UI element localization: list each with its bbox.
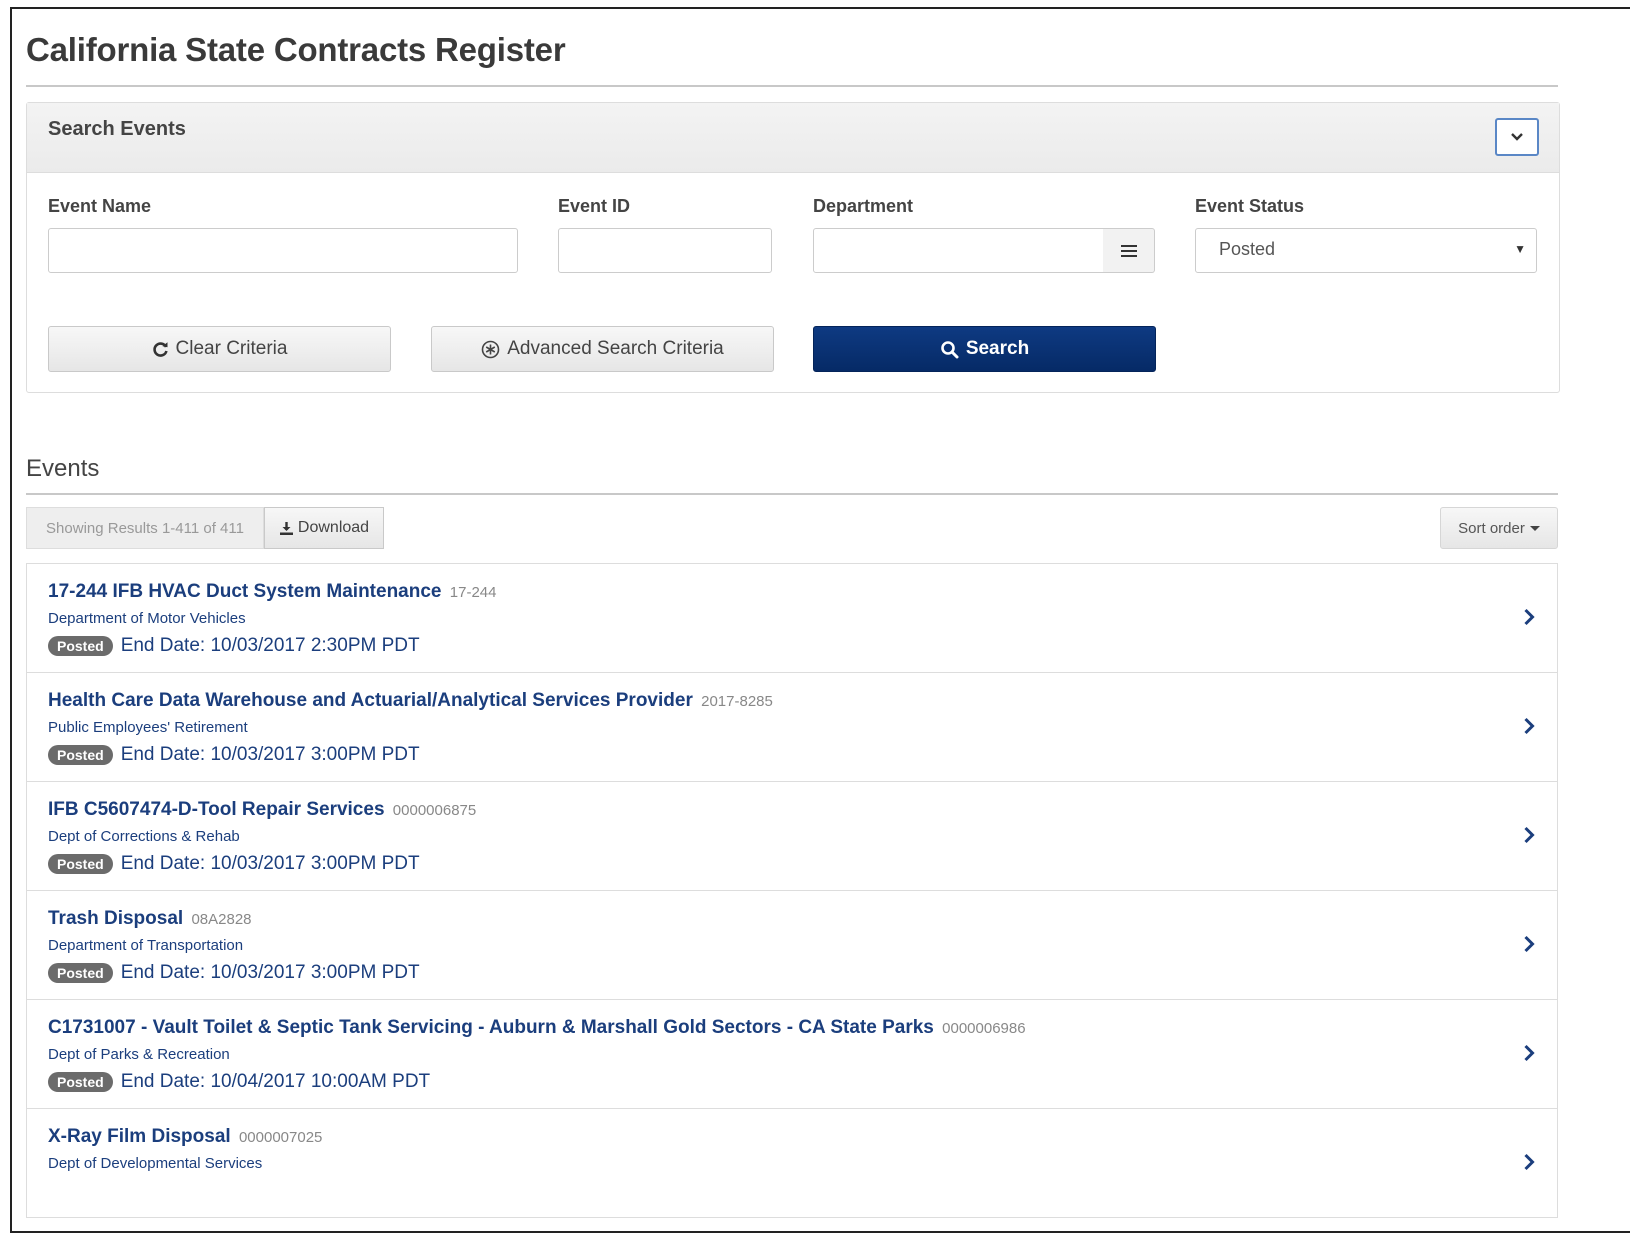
event-id: 17-244 (449, 584, 497, 601)
chevron-down-icon (1511, 133, 1523, 141)
event-status-label: Event Status (1195, 196, 1305, 216)
search-button[interactable]: Search (813, 326, 1156, 372)
chevron-right-icon[interactable] (1523, 1044, 1535, 1062)
event-name: IFB C5607474-D-Tool Repair Services (48, 799, 385, 820)
search-icon (941, 340, 959, 358)
event-department: Dept of Corrections & Rehab (48, 828, 240, 845)
event-title-link[interactable]: 17-244 IFB HVAC Duct System Maintenance … (48, 581, 497, 603)
select-arrow-icon: ▼ (1514, 242, 1526, 256)
chevron-right-icon[interactable] (1523, 935, 1535, 953)
department-label: Department (813, 196, 914, 216)
download-button[interactable]: Download (264, 507, 384, 549)
status-badge: Posted (48, 636, 113, 656)
event-row[interactable]: Health Care Data Warehouse and Actuarial… (26, 673, 1558, 782)
search-label: Search (965, 338, 1030, 359)
event-status-line: Posted End Date: 10/03/2017 3:00PM PDT (48, 962, 420, 984)
search-events-panel: Search Events Event Name Event ID Depart… (26, 102, 1560, 393)
event-end-date: End Date: 10/03/2017 3:00PM PDT (120, 962, 420, 983)
chevron-right-icon[interactable] (1523, 608, 1535, 626)
event-title-link[interactable]: IFB C5607474-D-Tool Repair Services 0000… (48, 799, 476, 821)
clear-criteria-button[interactable]: Clear Criteria (48, 326, 391, 372)
chevron-right-icon[interactable] (1523, 717, 1535, 735)
event-id: 0000006986 (942, 1020, 1026, 1037)
event-department: Department of Motor Vehicles (48, 610, 246, 627)
event-department: Dept of Developmental Services (48, 1155, 263, 1172)
refresh-icon (152, 341, 168, 357)
event-name-input[interactable] (48, 228, 518, 273)
event-end-date: End Date: 10/03/2017 2:30PM PDT (120, 635, 420, 656)
event-status-select[interactable]: Posted ▼ (1195, 228, 1537, 273)
event-department: Dept of Parks & Recreation (48, 1046, 230, 1063)
event-row[interactable]: IFB C5607474-D-Tool Repair Services 0000… (26, 782, 1558, 891)
event-id: 0000006875 (392, 802, 477, 819)
event-name: C1731007 - Vault Toilet & Septic Tank Se… (48, 1017, 934, 1038)
download-label: Download (297, 519, 370, 536)
event-id-input[interactable] (558, 228, 772, 273)
events-section-title: Events (26, 455, 100, 482)
event-title-link[interactable]: Trash Disposal 08A2828 (48, 908, 252, 930)
clear-criteria-label: Clear Criteria (175, 338, 288, 359)
event-id: 2017-8285 (701, 693, 773, 710)
asterisk-circle-icon (481, 340, 500, 358)
chevron-right-icon[interactable] (1523, 1153, 1535, 1171)
sort-order-label: Sort order (1458, 519, 1525, 537)
advanced-search-button[interactable]: Advanced Search Criteria (431, 326, 774, 372)
event-row[interactable]: Trash Disposal 08A2828 Department of Tra… (26, 891, 1558, 1000)
event-status-line: Posted End Date: 10/04/2017 10:00AM PDT (48, 1071, 430, 1093)
event-department: Public Employees' Retirement (48, 719, 248, 736)
event-department: Department of Transportation (48, 937, 244, 954)
advanced-search-label: Advanced Search Criteria (507, 338, 724, 359)
page-content: California State Contracts Register Sear… (26, 9, 1620, 1218)
results-count: Showing Results 1-411 of 411 (26, 507, 264, 549)
event-row[interactable]: X-Ray Film Disposal 0000007025 Dept of D… (26, 1109, 1558, 1218)
title-divider (26, 85, 1558, 87)
status-badge: Posted (48, 963, 113, 983)
search-panel-header[interactable]: Search Events (27, 103, 1559, 173)
download-icon (279, 521, 293, 535)
event-name: X-Ray Film Disposal (48, 1126, 231, 1147)
status-badge: Posted (48, 745, 113, 765)
event-title-link[interactable]: C1731007 - Vault Toilet & Septic Tank Se… (48, 1017, 1026, 1039)
page-frame: California State Contracts Register Sear… (10, 7, 1630, 1233)
event-status-line: Posted End Date: 10/03/2017 3:00PM PDT (48, 853, 420, 875)
event-end-date: End Date: 10/03/2017 3:00PM PDT (120, 744, 420, 765)
event-id: 0000007025 (238, 1129, 323, 1146)
department-list-button[interactable] (1103, 228, 1155, 273)
search-panel-title: Search Events (48, 118, 186, 140)
event-id: 08A2828 (191, 911, 252, 928)
event-name: 17-244 IFB HVAC Duct System Maintenance (48, 581, 442, 602)
event-row[interactable]: C1731007 - Vault Toilet & Septic Tank Se… (26, 1000, 1558, 1109)
chevron-right-icon[interactable] (1523, 826, 1535, 844)
event-name-label: Event Name (48, 196, 152, 216)
event-end-date: End Date: 10/03/2017 3:00PM PDT (120, 853, 420, 874)
event-status-line: Posted End Date: 10/03/2017 2:30PM PDT (48, 635, 420, 657)
event-row[interactable]: 17-244 IFB HVAC Duct System Maintenance … (26, 564, 1558, 673)
event-id-label: Event ID (558, 196, 631, 216)
status-badge: Posted (48, 854, 113, 874)
collapse-panel-button[interactable] (1495, 118, 1539, 156)
search-panel-body: Event Name Event ID Department Event Sta… (27, 173, 1559, 392)
list-icon (1120, 244, 1137, 257)
event-name: Trash Disposal (48, 908, 184, 929)
page-title: California State Contracts Register (26, 31, 566, 68)
status-badge: Posted (48, 1072, 113, 1092)
event-title-link[interactable]: Health Care Data Warehouse and Actuarial… (48, 690, 773, 712)
event-title-link[interactable]: X-Ray Film Disposal 0000007025 (48, 1126, 322, 1148)
caret-down-icon (1529, 525, 1540, 531)
sort-order-dropdown[interactable]: Sort order (1440, 507, 1558, 549)
event-status-value: Posted (1219, 239, 1276, 259)
department-input[interactable] (813, 228, 1104, 273)
event-status-line: Posted End Date: 10/03/2017 3:00PM PDT (48, 744, 420, 766)
event-end-date: End Date: 10/04/2017 10:00AM PDT (120, 1071, 431, 1092)
events-toolbar: Showing Results 1-411 of 411 Download So… (26, 507, 1558, 549)
event-name: Health Care Data Warehouse and Actuarial… (48, 690, 693, 711)
events-list: 17-244 IFB HVAC Duct System Maintenance … (26, 563, 1558, 1218)
events-divider (26, 493, 1558, 495)
